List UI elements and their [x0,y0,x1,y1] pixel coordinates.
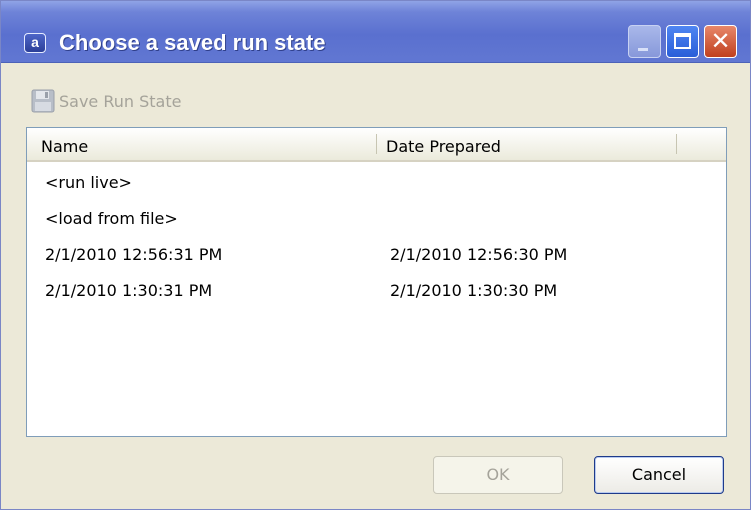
item-name: 2/1/2010 1:30:31 PM [45,281,213,300]
list-header: Name Date Prepared [27,128,726,162]
list-item[interactable]: 2/1/2010 12:56:31 PM 2/1/2010 12:56:30 P… [27,237,726,273]
ok-button[interactable]: OK [433,456,563,494]
maximize-icon [674,33,691,49]
item-name: <load from file> [45,209,178,228]
floppy-disk-icon [31,89,55,113]
item-name: 2/1/2010 12:56:31 PM [45,245,223,264]
item-date: 2/1/2010 12:56:30 PM [390,245,568,264]
app-icon: a [24,33,46,53]
close-icon: ✕ [710,27,731,55]
column-separator[interactable] [676,134,677,154]
column-header-name[interactable]: Name [41,128,88,160]
save-run-state-button[interactable]: Save Run State [31,87,181,115]
list-item[interactable]: <run live> [27,165,726,201]
column-separator[interactable] [376,134,377,154]
list-item[interactable]: 2/1/2010 1:30:31 PM 2/1/2010 1:30:30 PM [27,273,726,309]
cancel-button[interactable]: Cancel [594,456,724,494]
window-title: Choose a saved run state [59,30,326,55]
list-item[interactable]: <load from file> [27,201,726,237]
column-header-date-prepared[interactable]: Date Prepared [386,128,501,160]
minimize-button[interactable] [628,25,661,58]
dialog-window: a Choose a saved run state ✕ Save Run St… [0,0,751,510]
minimize-icon [638,48,648,51]
close-button[interactable]: ✕ [704,25,737,58]
save-run-state-label: Save Run State [59,91,182,111]
title-bar[interactable]: a Choose a saved run state ✕ [1,1,750,63]
maximize-button[interactable] [666,25,699,58]
run-state-list[interactable]: Name Date Prepared <run live> <load from… [26,127,727,437]
item-date: 2/1/2010 1:30:30 PM [390,281,558,300]
item-name: <run live> [45,173,132,192]
